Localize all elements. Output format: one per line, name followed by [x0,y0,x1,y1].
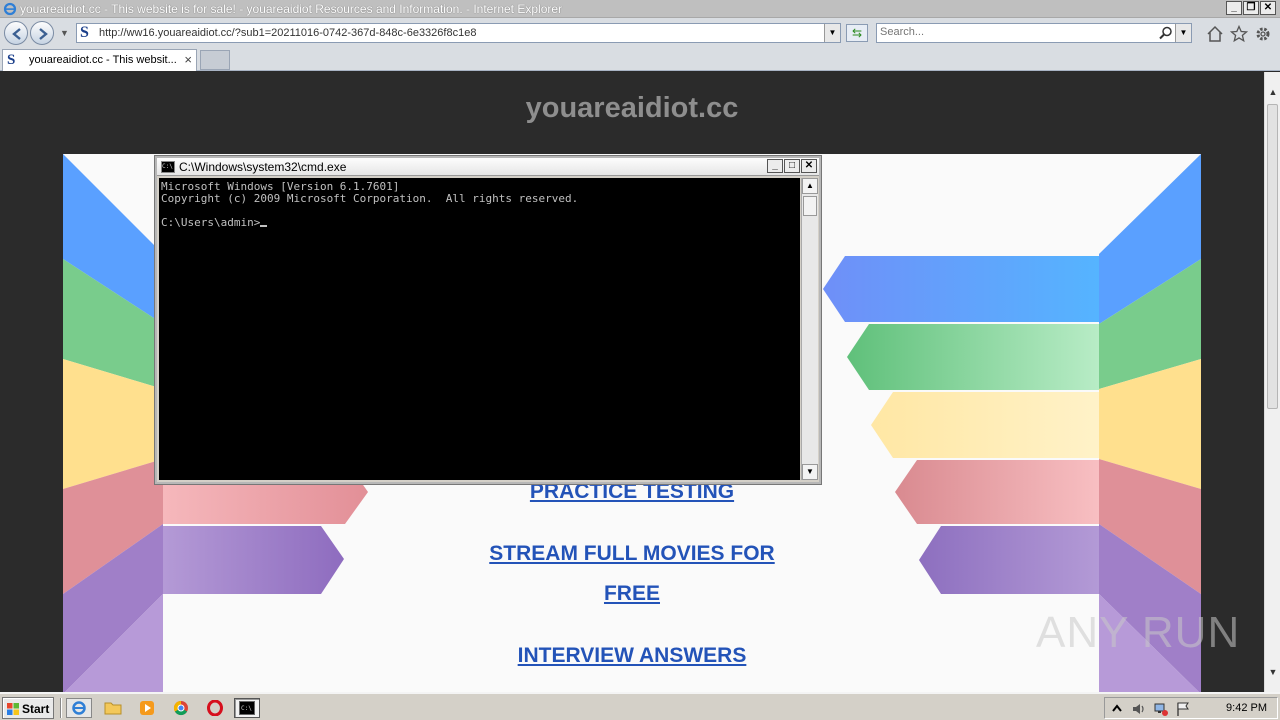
favorites-star-icon[interactable] [1230,25,1248,43]
cmd-scroll-up-button[interactable]: ▲ [802,178,818,194]
tab-label: youareaidiot.cc - This websit... [29,54,177,66]
compatibility-refresh-button[interactable]: ⇆ [846,24,868,42]
browser-navbar: ▼ S http://ww16.youareaidiot.cc/?sub1=20… [0,18,1280,48]
new-tab-button[interactable] [200,50,230,70]
cmd-maximize-button[interactable]: □ [784,159,800,173]
browser-tabbar: S youareaidiot.cc - This websit... × [0,48,1280,71]
cmd-scrollbar[interactable]: ▲ ▼ [801,178,818,480]
taskbar-opera-button[interactable] [202,698,228,718]
history-dropdown[interactable]: ▼ [60,28,69,38]
chrome-icon [173,700,188,716]
cmd-window[interactable]: C:\ C:\Windows\system32\cmd.exe _ □ ✕ Mi… [155,156,821,484]
ie-logo-icon [3,2,17,16]
ie-logo-icon [72,701,86,715]
link-stream-movies-free[interactable]: FREE [363,574,901,614]
forward-button[interactable] [30,21,54,45]
forward-arrow-icon [39,28,48,40]
tools-gear-icon[interactable] [1254,25,1272,43]
taskbar-cmd-button[interactable]: C:\ [234,698,260,718]
taskbar-media-button[interactable] [134,698,160,718]
cmd-close-button[interactable]: ✕ [801,159,817,173]
search-box[interactable]: ▼ [876,23,1192,43]
watermark-text: ANY RUN [1036,608,1241,657]
cmd-cursor [260,225,268,227]
taskbar-separator [60,698,62,718]
cmd-line-copyright: Copyright (c) 2009 Microsoft Corporation… [161,192,579,205]
show-hidden-icons-icon[interactable] [1109,701,1125,717]
site-favicon-icon: S [80,24,89,41]
search-input[interactable] [880,26,1150,38]
start-button[interactable]: Start [2,697,54,719]
search-dropdown[interactable]: ▼ [1175,24,1191,42]
system-tray: 9:42 PM [1104,697,1278,719]
cmd-icon: C:\ [239,701,255,715]
cmd-console[interactable]: Microsoft Windows [Version 6.1.7601] Cop… [159,178,800,480]
anyrun-watermark: ANY RUN [1036,608,1239,668]
back-arrow-icon [12,28,21,40]
cmd-scroll-down-button[interactable]: ▼ [802,464,818,480]
address-text[interactable]: http://ww16.youareaidiot.cc/?sub1=202110… [99,27,476,39]
home-icon[interactable] [1206,25,1224,43]
tab-favicon-icon: S [7,52,16,68]
restore-button[interactable]: ❐ [1243,1,1259,15]
search-icon[interactable] [1159,26,1173,40]
page-scrollbar[interactable]: ▲ ▼ [1264,72,1280,692]
media-player-icon [140,701,154,715]
browser-window-title: youareaidiot.cc - This website is for sa… [20,2,563,16]
link-stream-movies[interactable]: STREAM FULL MOVIES FOR [363,534,901,574]
close-button[interactable]: ✕ [1260,1,1276,15]
cmd-prompt: C:\Users\admin> [161,216,261,229]
tray-clock[interactable]: 9:42 PM [1226,702,1267,714]
browser-titlebar[interactable]: youareaidiot.cc - This website is for sa… [0,0,1280,18]
tab-active[interactable]: S youareaidiot.cc - This websit... × [2,49,197,71]
opera-icon [207,700,223,716]
cmd-scroll-thumb[interactable] [803,196,817,216]
scroll-up-button[interactable]: ▲ [1265,84,1280,100]
flag-icon[interactable] [1175,701,1191,717]
volume-icon[interactable] [1131,701,1147,717]
cmd-title: C:\Windows\system32\cmd.exe [179,160,347,174]
taskbar: Start C:\ 9:42 PM [0,692,1280,720]
link-interview-answers[interactable]: INTERVIEW ANSWERS [363,636,901,676]
taskbar-chrome-button[interactable] [168,698,194,718]
address-bar[interactable]: S http://ww16.youareaidiot.cc/?sub1=2021… [76,23,841,43]
back-button[interactable] [4,21,28,45]
start-label: Start [22,702,50,716]
site-title: youareaidiot.cc [525,92,739,124]
address-dropdown[interactable]: ▼ [824,24,840,42]
svg-text:C:\: C:\ [241,705,252,712]
taskbar-ie-button[interactable] [66,698,92,718]
cmd-titlebar[interactable]: C:\ C:\Windows\system32\cmd.exe _ □ ✕ [157,158,819,176]
taskbar-explorer-button[interactable] [100,698,126,718]
scroll-down-button[interactable]: ▼ [1265,664,1280,680]
cmd-icon: C:\ [161,161,175,173]
windows-logo-icon [7,703,19,715]
folder-icon [104,702,122,715]
minimize-button[interactable]: _ [1226,1,1242,15]
scroll-thumb[interactable] [1267,104,1278,409]
network-icon[interactable] [1153,701,1169,717]
cmd-minimize-button[interactable]: _ [767,159,783,173]
close-icon[interactable]: × [184,52,192,67]
